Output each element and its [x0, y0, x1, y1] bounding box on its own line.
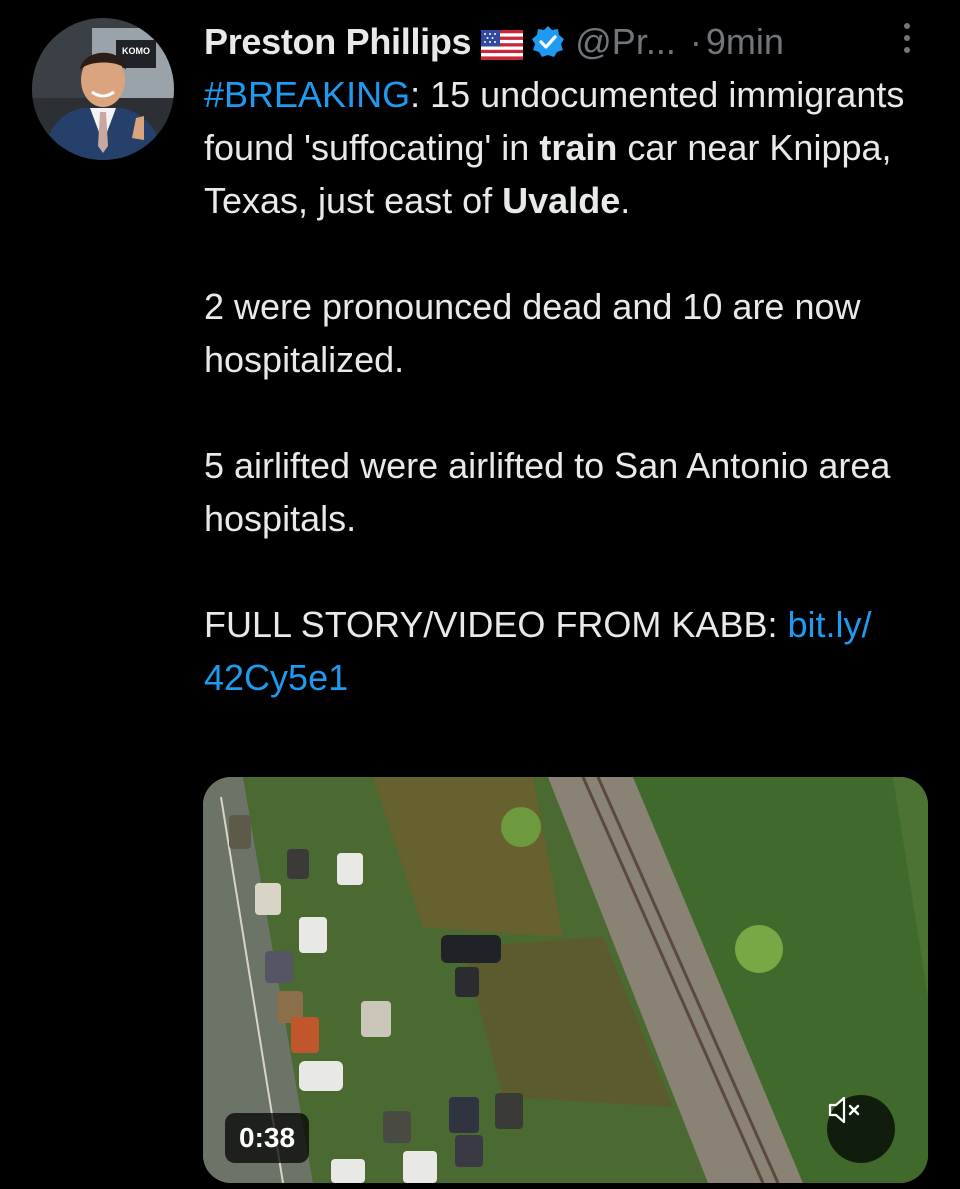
video-thumbnail — [203, 777, 928, 1183]
us-flag-icon — [481, 27, 524, 60]
tweet-paragraph-1: #BREAKING: 15 undocumented immigrants fo… — [204, 68, 932, 227]
video-duration: 0:38 — [225, 1113, 310, 1163]
timestamp[interactable]: 9min — [706, 21, 784, 63]
tweet-text-segment: FULL STORY/VIDEO FROM KABB: — [204, 604, 788, 645]
author-name[interactable]: Preston Phillips — [204, 21, 472, 63]
bold-keyword: train — [539, 127, 618, 168]
avatar[interactable]: KOMO — [32, 18, 174, 160]
tweet-text: #BREAKING: 15 undocumented immigrants fo… — [204, 68, 932, 704]
separator-dot: · — [689, 21, 702, 62]
bold-keyword: Uvalde — [502, 180, 621, 221]
avatar-photo: KOMO — [32, 18, 174, 160]
author-handle[interactable]: @Pr... — [575, 21, 676, 63]
tweet-text-segment: . — [620, 180, 631, 221]
more-options-icon[interactable] — [892, 18, 922, 58]
tweet-paragraph-4: FULL STORY/VIDEO FROM KABB: bit.ly/ 42Cy… — [204, 598, 932, 704]
hashtag-link[interactable]: #BREAKING — [204, 74, 410, 115]
mute-toggle-icon[interactable] — [827, 1095, 895, 1163]
video-player[interactable]: 0:38 — [203, 777, 928, 1183]
tweet-paragraph-3: 5 airlifted were airlifted to San Antoni… — [204, 445, 891, 539]
tweet-paragraph-2: 2 were pronounced dead and 10 are now ho… — [204, 286, 861, 380]
svg-text:KOMO: KOMO — [122, 46, 150, 56]
verified-badge-icon[interactable] — [531, 25, 565, 59]
tweet-header: Preston Phillips @Pr... · 9min — [204, 18, 924, 66]
